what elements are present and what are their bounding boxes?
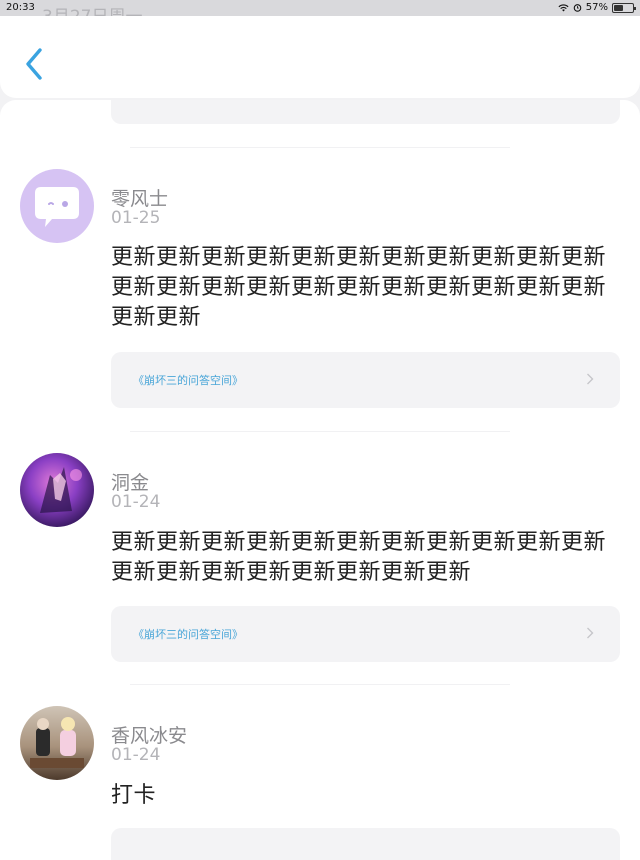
link-card[interactable] xyxy=(111,828,620,860)
post-author[interactable]: 零风士 xyxy=(111,184,168,211)
link-card[interactable]: 《崩坏三的问答空间》 xyxy=(111,352,620,408)
battery-percent: 57% xyxy=(585,2,608,13)
avatar[interactable] xyxy=(20,453,94,527)
avatar[interactable] xyxy=(20,169,94,243)
alarm-icon xyxy=(573,4,582,12)
post-content: 更新更新更新更新更新更新更新更新更新更新更新更新更新更新更新更新更新更新更新 xyxy=(111,530,607,585)
post-date: 01-24 xyxy=(111,492,161,512)
feed: 零风士 01-25 更新更新更新更新更新更新更新更新更新更新更新更新更新更新更新… xyxy=(0,100,640,860)
post-author[interactable]: 洞金 xyxy=(111,468,149,495)
divider xyxy=(130,684,510,685)
status-time: 20:33 xyxy=(6,2,35,13)
wifi-icon xyxy=(558,3,569,12)
avatar-image xyxy=(40,467,82,513)
chat-bubble-icon xyxy=(35,187,79,227)
link-card-label: 《崩坏三的问答空间》 xyxy=(133,628,243,641)
divider xyxy=(130,431,510,432)
avatar[interactable] xyxy=(20,706,94,780)
post-content: 更新更新更新更新更新更新更新更新更新更新更新更新更新更新更新更新更新更新更新更新… xyxy=(111,245,607,330)
post-content: 打卡 xyxy=(111,783,157,808)
post-date: 01-24 xyxy=(111,745,161,765)
link-card-label: 《崩坏三的问答空间》 xyxy=(133,374,243,387)
avatar-image xyxy=(30,717,84,768)
chevron-right-icon xyxy=(587,373,594,385)
chevron-right-icon xyxy=(587,627,594,639)
post-author[interactable]: 香风冰安 xyxy=(111,721,187,748)
post-date: 01-25 xyxy=(111,208,161,228)
previous-link-card[interactable] xyxy=(111,100,620,124)
battery-icon xyxy=(612,2,636,13)
back-arrow-icon[interactable] xyxy=(20,46,48,82)
divider xyxy=(130,147,510,148)
status-bar: 20:33 3月27日周一 57% xyxy=(0,0,640,27)
link-card[interactable]: 《崩坏三的问答空间》 xyxy=(111,606,620,662)
top-nav-bar xyxy=(0,16,640,98)
